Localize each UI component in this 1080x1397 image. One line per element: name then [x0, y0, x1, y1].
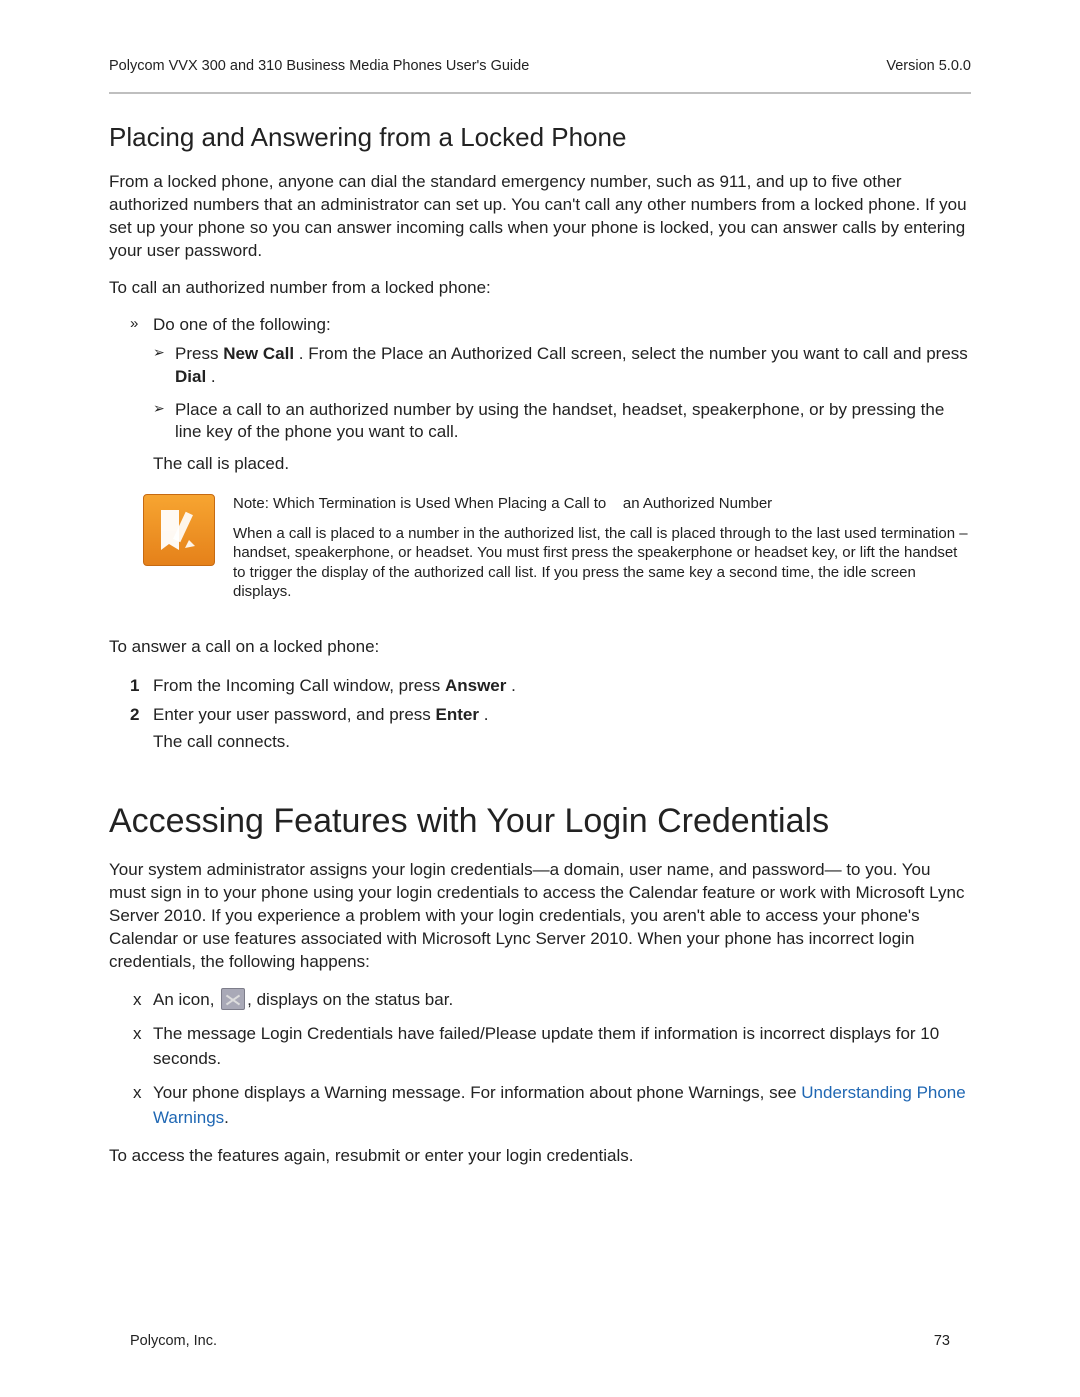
- section1-list: Do one of the following: Press New Call …: [109, 314, 971, 475]
- note-text: Note: Which Termination is Used When Pla…: [233, 494, 971, 602]
- text: From the Incoming Call window, press: [153, 676, 445, 695]
- text: .: [224, 1108, 229, 1127]
- page-content: Polycom VVX 300 and 310 Business Media P…: [109, 0, 971, 1182]
- section2-heading: Accessing Features with Your Login Crede…: [109, 802, 971, 841]
- button-label: New Call: [223, 344, 294, 363]
- list-subitem: Press New Call . From the Place an Autho…: [109, 343, 971, 389]
- button-label: Answer: [445, 676, 506, 695]
- note-title: Note: Which Termination is Used When Pla…: [233, 494, 971, 514]
- numbered-list: 1 From the Incoming Call window, press A…: [109, 673, 971, 752]
- note-body: When a call is placed to a number in the…: [233, 524, 971, 602]
- text: .: [206, 367, 215, 386]
- section1-p1: From a locked phone, anyone can dial the…: [109, 171, 971, 263]
- text: Enter your user password, and press: [153, 705, 436, 724]
- button-label: Enter: [436, 705, 479, 724]
- text: . From the Place an Authorized Call scre…: [294, 344, 968, 363]
- list-item: Do one of the following:: [109, 314, 971, 337]
- text: Press: [175, 344, 223, 363]
- text: Your phone displays a Warning message. F…: [153, 1083, 801, 1102]
- numbered-item: 1 From the Incoming Call window, press A…: [109, 673, 971, 699]
- button-label: Dial: [175, 367, 206, 386]
- section1-heading: Placing and Answering from a Locked Phon…: [109, 122, 971, 153]
- section2-p2: To access the features again, resubmit o…: [109, 1145, 971, 1168]
- note-pencil-icon: [143, 494, 215, 566]
- header-version: Version 5.0.0: [886, 58, 971, 74]
- text: an Authorized Number: [623, 495, 772, 512]
- list-item: The message Login Credentials have faile…: [109, 1022, 971, 1071]
- header-title: Polycom VVX 300 and 310 Business Media P…: [109, 58, 529, 74]
- text: , displays on the status bar.: [247, 990, 453, 1009]
- section2-p1: Your system administrator assigns your l…: [109, 859, 971, 974]
- text: .: [506, 676, 515, 695]
- text: : Which Termination is Used When Placing…: [265, 495, 607, 512]
- list-result: The call connects.: [109, 732, 971, 752]
- item-number: 1: [130, 673, 139, 699]
- section1-intro1: To call an authorized number from a lock…: [109, 277, 971, 300]
- numbered-item: 2 Enter your user password, and press En…: [109, 702, 971, 728]
- header-divider: [109, 92, 971, 94]
- page-footer: Polycom, Inc. 73: [130, 1333, 950, 1349]
- list-subitem: Place a call to an authorized number by …: [109, 399, 971, 445]
- footer-page-number: 73: [934, 1333, 950, 1349]
- text: An icon,: [153, 990, 219, 1009]
- item-number: 2: [130, 702, 139, 728]
- list-item: Your phone displays a Warning message. F…: [109, 1081, 971, 1130]
- note-callout: Note: Which Termination is Used When Pla…: [143, 494, 971, 602]
- note-label: Note: [233, 495, 265, 512]
- credentials-error-icon: [221, 988, 245, 1010]
- list-result: The call is placed.: [109, 454, 971, 474]
- page-header: Polycom VVX 300 and 310 Business Media P…: [109, 58, 971, 92]
- list-item: An icon, , displays on the status bar.: [109, 988, 971, 1013]
- section1-intro2: To answer a call on a locked phone:: [109, 636, 971, 659]
- text: .: [479, 705, 488, 724]
- x-bullet-list: An icon, , displays on the status bar. T…: [109, 988, 971, 1131]
- footer-company: Polycom, Inc.: [130, 1333, 217, 1349]
